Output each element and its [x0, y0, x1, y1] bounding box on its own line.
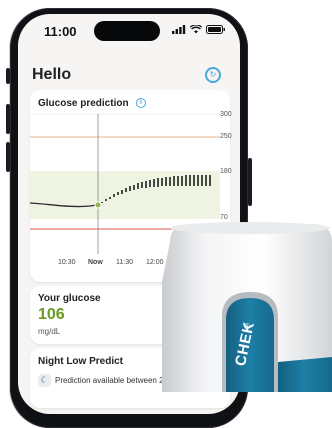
glucose-unit: mg/dL	[38, 327, 61, 336]
y-tick-180: 180	[220, 168, 232, 175]
y-tick-300: 300	[220, 111, 232, 118]
y-tick-70: 70	[220, 214, 228, 221]
device-registered-mark: ®	[244, 322, 250, 331]
x-tick-1130: 11:30	[116, 259, 133, 266]
moon-icon: ☾	[38, 374, 51, 387]
target-range-band	[30, 171, 220, 219]
status-time: 11:00	[44, 24, 77, 39]
status-icons	[172, 25, 226, 34]
sensor-device: CHEK ®	[162, 222, 332, 412]
glucose-label: Your glucose	[38, 293, 101, 304]
night-low-message: Prediction available between 2	[55, 376, 164, 385]
current-glucose-marker	[94, 201, 102, 209]
phone-button-volume-up	[6, 104, 10, 134]
dynamic-island	[94, 21, 160, 41]
glucose-value: 106	[38, 306, 65, 323]
wifi-icon	[190, 25, 202, 34]
y-tick-250: 250	[220, 133, 232, 140]
phone-button-action	[6, 68, 10, 84]
x-tick-1200: 12:00	[146, 259, 164, 266]
x-tick-1030: 10:30	[58, 259, 76, 266]
phone-button-volume-down	[6, 142, 10, 172]
night-low-title: Night Low Predict	[38, 356, 123, 367]
x-tick-now: Now	[88, 259, 103, 266]
battery-icon	[206, 25, 225, 34]
signal-icon	[172, 25, 186, 34]
refresh-icon[interactable]: ↻	[205, 67, 221, 83]
phone-button-power	[248, 158, 252, 206]
status-bar: 11:00	[18, 14, 240, 52]
page-title: Hello	[32, 66, 72, 83]
